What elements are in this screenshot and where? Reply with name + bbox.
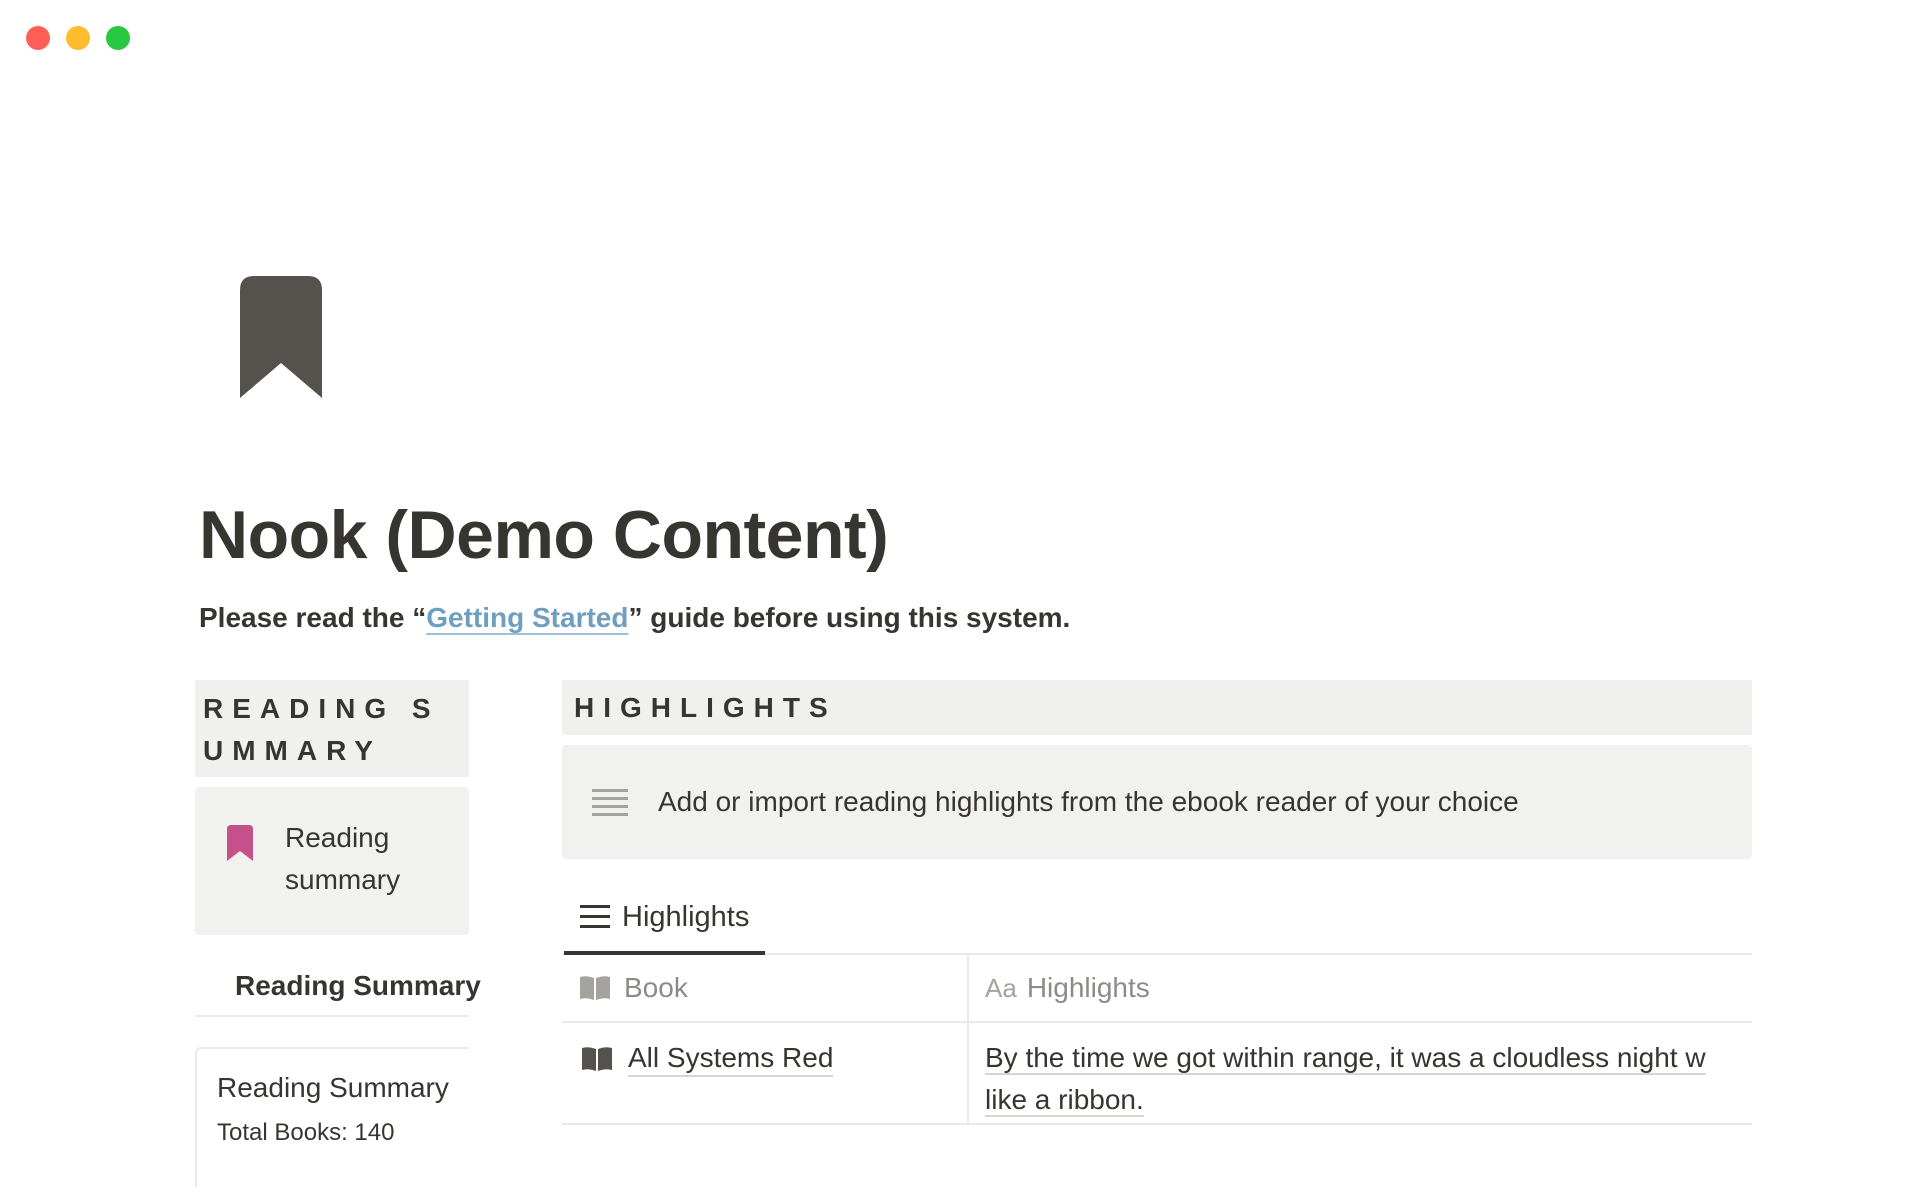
reading-summary-header: READING SUMMARY	[195, 680, 469, 777]
highlights-callout[interactable]: Add or import reading highlights from th…	[562, 745, 1752, 859]
tab-highlights[interactable]: Highlights	[564, 883, 766, 955]
cell-highlight[interactable]: By the time we got within range, it was …	[968, 1022, 1752, 1125]
reading-summary-callout[interactable]: Reading summary	[195, 787, 469, 935]
column-header-highlights[interactable]: Aa Highlights	[968, 955, 1752, 1023]
card-title: Reading Summary	[217, 1072, 449, 1103]
highlight-text-line-1: By the time we got within range, it was …	[985, 1042, 1706, 1075]
bookmark-icon	[227, 825, 253, 861]
card-total-books: Total Books: 140	[217, 1119, 395, 1146]
book-title-link[interactable]: All Systems Red	[628, 1041, 834, 1077]
open-book-icon	[580, 976, 610, 1000]
column-book-label: Book	[624, 972, 688, 1003]
highlight-text-line-2: like a ribbon.	[985, 1084, 1144, 1117]
window-controls	[26, 26, 130, 50]
intro-prefix: Please read the “	[199, 602, 427, 633]
reading-summary-column: READING SUMMARY Reading summary Reading …	[195, 680, 481, 1187]
zoom-window-button[interactable]	[106, 26, 130, 50]
highlights-callout-text: Add or import reading highlights from th…	[658, 786, 1519, 817]
reading-summary-callout-text: Reading summary	[285, 822, 401, 895]
bookmark-icon[interactable]	[240, 276, 322, 398]
reading-summary-card[interactable]: Reading Summary Total Books: 140	[195, 1047, 469, 1187]
minimize-window-button[interactable]	[66, 26, 90, 50]
cell-book[interactable]: All Systems Red	[562, 1022, 969, 1125]
intro-text: Please read the “Getting Started” guide …	[199, 602, 1070, 634]
view-label: Reading Summary	[235, 970, 481, 1001]
close-window-button[interactable]	[26, 26, 50, 50]
open-book-icon	[582, 1047, 612, 1071]
column-highlights-label: Highlights	[1026, 972, 1150, 1003]
highlights-column: HIGHLIGHTS Add or import reading highlig…	[562, 680, 1752, 1125]
reading-summary-view-selector[interactable]: Reading Summary	[195, 957, 481, 1017]
highlights-view-tabs: Highlights	[562, 881, 1752, 955]
lines-icon	[592, 789, 628, 816]
text-property-icon: Aa	[985, 972, 1017, 1003]
column-header-book[interactable]: Book	[562, 955, 969, 1023]
page-title: Nook (Demo Content)	[199, 497, 889, 573]
highlights-header: HIGHLIGHTS	[562, 680, 1752, 735]
intro-suffix: ” guide before using this system.	[628, 602, 1071, 633]
table-row[interactable]: All Systems Red By the time we got withi…	[562, 1022, 1752, 1125]
list-view-icon	[580, 905, 610, 928]
getting-started-link[interactable]: Getting Started	[426, 602, 628, 633]
tab-highlights-label: Highlights	[622, 900, 750, 933]
highlights-table: Book Aa Highlights All Systems Red By th…	[562, 955, 1752, 1125]
